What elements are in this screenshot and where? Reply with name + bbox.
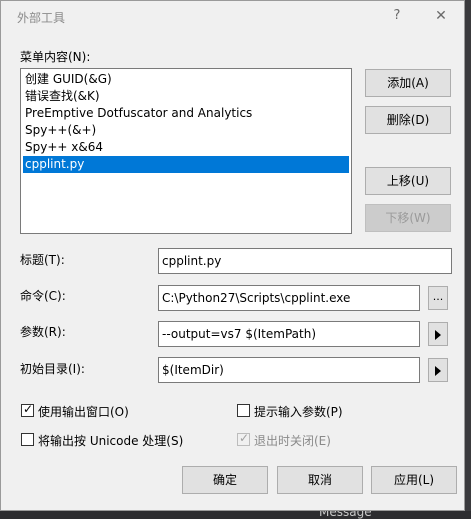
list-item[interactable]: 创建 GUID(&G) (23, 71, 349, 88)
prompt-arguments-checkbox[interactable] (237, 404, 250, 417)
delete-button[interactable]: 删除(D) (365, 106, 451, 134)
initial-directory-input[interactable]: $(ItemDir) (158, 357, 420, 383)
title-field-label: 标题(T): (20, 253, 65, 267)
close-icon[interactable]: ✕ (428, 5, 454, 27)
command-field-label: 命令(C): (20, 289, 66, 303)
add-button[interactable]: 添加(A) (365, 69, 451, 97)
use-output-window-checkbox[interactable] (21, 402, 34, 417)
list-item[interactable]: PreEmptive Dotfuscator and Analytics (23, 105, 349, 122)
arrow-right-icon (435, 366, 441, 376)
initial-directory-label: 初始目录(I): (20, 362, 85, 376)
background-ide-strip (0, 511, 471, 517)
use-output-window-label[interactable]: 使用输出窗口(O) (38, 403, 129, 420)
list-item[interactable]: Spy++(&+) (23, 122, 349, 139)
list-item-selected[interactable]: cpplint.py (23, 156, 349, 173)
prompt-arguments-label[interactable]: 提示输入参数(P) (254, 403, 343, 420)
initial-directory-macro-button[interactable] (428, 358, 448, 382)
arguments-field-label: 参数(R): (20, 325, 66, 339)
ok-button[interactable]: 确定 (182, 466, 268, 494)
cancel-button[interactable]: 取消 (277, 466, 363, 494)
external-tools-dialog: 外部工具 ? ✕ 菜单内容(N): 创建 GUID(&G) 错误查找(&K) P… (0, 0, 465, 511)
unicode-output-label[interactable]: 将输出按 Unicode 处理(S) (38, 432, 183, 449)
arrow-right-icon (435, 330, 441, 340)
title-input[interactable]: cpplint.py (158, 248, 452, 274)
close-on-exit-checkbox[interactable] (237, 431, 250, 446)
move-down-button[interactable]: 下移(W) (365, 204, 451, 232)
help-button[interactable]: ? (384, 5, 410, 27)
background-ide-panel (465, 0, 471, 517)
arguments-macro-button[interactable] (428, 322, 448, 346)
arguments-input[interactable]: --output=vs7 $(ItemPath) (158, 321, 420, 347)
apply-button[interactable]: 应用(L) (371, 466, 457, 494)
list-item[interactable]: 错误查找(&K) (23, 88, 349, 105)
browse-command-button[interactable]: ... (428, 286, 448, 310)
window-title: 外部工具 (17, 11, 66, 25)
menu-contents-label: 菜单内容(N): (20, 50, 91, 64)
title-bar[interactable]: 外部工具 ? ✕ (1, 1, 464, 33)
unicode-output-checkbox[interactable] (21, 433, 34, 446)
list-item[interactable]: Spy++ x&64 (23, 139, 349, 156)
close-on-exit-label: 退出时关闭(E) (254, 434, 331, 448)
move-up-button[interactable]: 上移(U) (365, 167, 451, 195)
command-input[interactable]: C:\Python27\Scripts\cpplint.exe (158, 285, 420, 311)
menu-contents-list[interactable]: 创建 GUID(&G) 错误查找(&K) PreEmptive Dotfusca… (20, 68, 352, 234)
